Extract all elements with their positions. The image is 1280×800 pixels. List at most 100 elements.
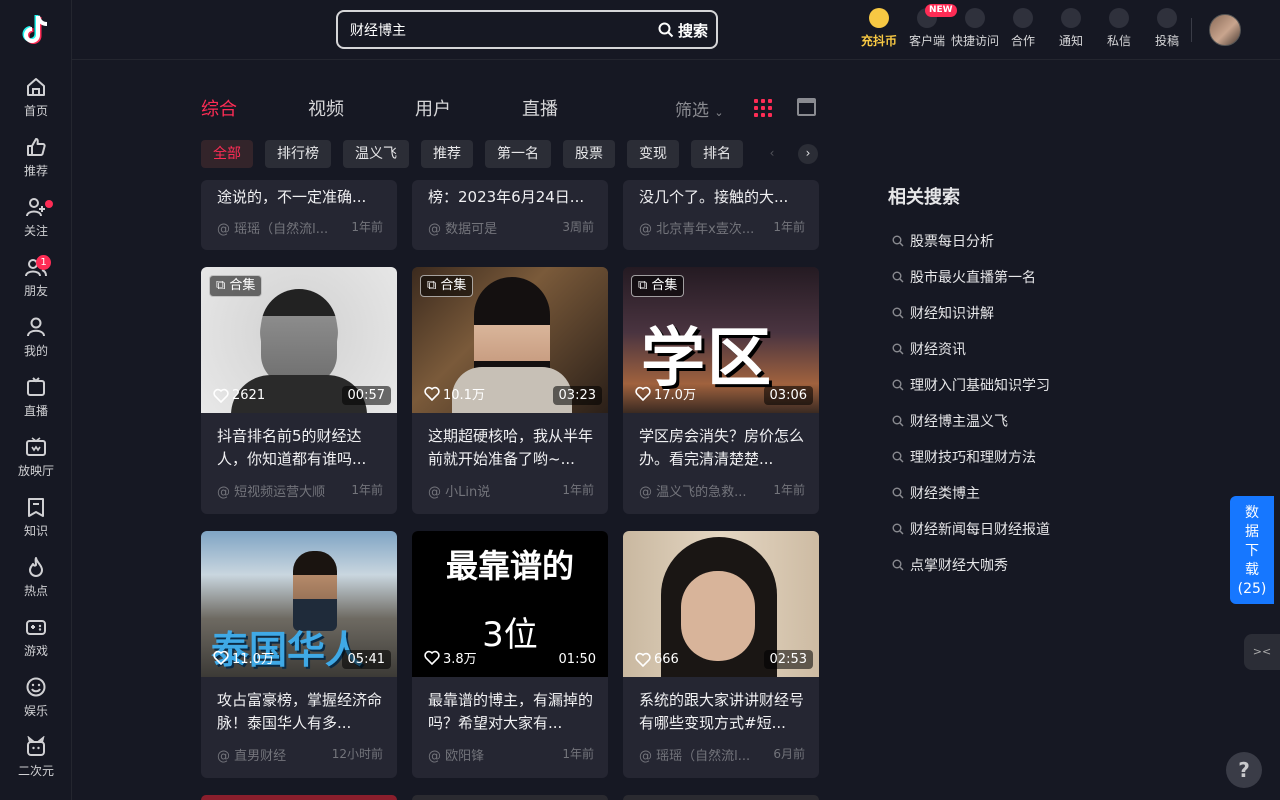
tab-live[interactable]: 直播 <box>522 95 558 121</box>
video-card[interactable]: 途说的，不一定准确... @ 瑶瑶（自然流l... 1年前 <box>201 180 397 250</box>
sidebar-item-friends[interactable]: 1 朋友 <box>0 255 72 312</box>
notification-button[interactable]: 通知 <box>1047 8 1095 49</box>
related-search-item[interactable]: 财经类博主 <box>892 483 980 503</box>
chip-recommend[interactable]: 推荐 <box>421 140 473 168</box>
collapse-panel-icon[interactable]: >< <box>1244 634 1280 670</box>
related-search-label: 财经博主温义飞 <box>910 414 1008 430</box>
sidebar-item-label: 直播 <box>23 404 48 418</box>
sidebar-item-entertainment[interactable]: 娱乐 <box>0 676 72 732</box>
video-author[interactable]: @ 瑶瑶（自然流l... <box>217 222 328 237</box>
help-button[interactable]: ? <box>1226 752 1262 788</box>
chevron-right-icon[interactable]: › <box>798 144 818 164</box>
related-search-item[interactable]: 财经新闻每日财经报道 <box>892 519 1050 539</box>
video-title: 系统的跟大家讲讲财经号有哪些变现方式#短... <box>639 691 805 732</box>
heart-icon <box>424 650 440 665</box>
chip-stocks[interactable]: 股票 <box>563 140 615 168</box>
client-button[interactable]: NEW 客户端 <box>903 4 957 49</box>
sidebar-item-label: 放映厅 <box>17 464 54 478</box>
user-icon <box>27 317 45 337</box>
filter-dropdown[interactable]: 筛选 ⌄ <box>675 96 724 121</box>
sidebar-item-live[interactable]: 直播 <box>0 376 72 432</box>
chip-first-place[interactable]: 第一名 <box>485 140 551 168</box>
chip-wen-yifei[interactable]: 温义飞 <box>343 140 409 168</box>
coin-button[interactable]: 充抖币 <box>855 8 903 49</box>
video-author[interactable]: @ 数据可是 <box>428 222 497 237</box>
related-search-item[interactable]: 财经资讯 <box>892 339 966 359</box>
related-search-item[interactable]: 理财入门基础知识学习 <box>892 375 1050 395</box>
video-author[interactable]: @ 欧阳锋 <box>428 749 484 764</box>
video-title: 攻占富豪榜，掌握经济命脉！泰国华人有多... <box>217 691 383 732</box>
related-search-item[interactable]: 点掌财经大咖秀 <box>892 555 1008 575</box>
cooperation-button[interactable]: 合作 <box>999 8 1047 49</box>
video-card[interactable]: 学区 ⧉ 合集 17.0万 03:06 学区房会消失？房价怎么办。看完清清楚楚.… <box>623 267 819 514</box>
video-thumbnail[interactable]: 学区 ⧉ 合集 17.0万 03:06 <box>623 267 819 413</box>
video-author[interactable]: @ 直男财经 <box>217 749 286 764</box>
avatar[interactable] <box>1209 14 1241 46</box>
sidebar-item-anime[interactable]: 二次元 <box>0 736 72 792</box>
video-author[interactable]: @ 北京青年x壹次... <box>639 222 754 237</box>
video-author[interactable]: @ 温义飞的急救... <box>639 485 747 500</box>
sidebar-item-follow[interactable]: 关注 <box>0 196 72 252</box>
video-meta: @ 直男财经 12小时前 <box>217 745 383 764</box>
sidebar-item-knowledge[interactable]: 知识 <box>0 496 72 552</box>
video-thumbnail[interactable]: 最靠谱的 3位 3.8万 01:50 <box>412 531 608 677</box>
sidebar-item-hot[interactable]: 热点 <box>0 556 72 612</box>
chip-rank[interactable]: 排名 <box>691 140 743 168</box>
video-thumbnail[interactable]: ⧉ 合集 10.1万 03:23 <box>412 267 608 413</box>
video-author[interactable]: @ 瑶瑶（自然流l... <box>639 749 750 764</box>
video-card[interactable]: ⧉ 合集 2621 00:57 抖音排名前5的财经达人，你知道都有谁吗... @… <box>201 267 397 514</box>
video-author[interactable]: @ 小Lin说 <box>428 485 490 500</box>
collection-tag: ⧉ 合集 <box>631 275 685 297</box>
tab-user[interactable]: 用户 <box>415 95 451 121</box>
chevron-left-icon[interactable]: ‹ <box>762 144 782 164</box>
douyin-logo-icon[interactable] <box>18 12 54 48</box>
sidebar-item-label: 二次元 <box>17 764 54 778</box>
tab-video[interactable]: 视频 <box>308 95 344 121</box>
video-time: 1年前 <box>773 220 805 234</box>
related-search-item[interactable]: 理财技巧和理财方法 <box>892 447 1036 467</box>
chip-monetize[interactable]: 变现 <box>627 140 679 168</box>
lightning-icon <box>965 8 985 28</box>
data-download-button[interactable]: 数据下载 (25) <box>1230 496 1274 604</box>
search-icon <box>892 559 904 571</box>
search-input[interactable] <box>350 20 640 40</box>
chip-all[interactable]: 全部 <box>201 140 253 168</box>
video-author[interactable]: @ 短视频运营大顺 <box>217 485 325 500</box>
list-view-icon[interactable] <box>797 98 816 116</box>
video-thumbnail[interactable]: ⧉ 合集 2621 00:57 <box>201 267 397 413</box>
video-card-partial[interactable] <box>201 795 397 800</box>
video-card[interactable]: 泰国华人 11.0万 05:41 攻占富豪榜，掌握经济命脉！泰国华人有多... … <box>201 531 397 778</box>
sidebar: 首页 推荐 关注 1 朋友 我的 直播 放映厅 知识 热点 游戏 娱乐 二次元 <box>0 0 72 800</box>
search-icon <box>892 487 904 499</box>
video-thumbnail[interactable]: 666 02:53 <box>623 531 819 677</box>
message-button[interactable]: 私信 <box>1095 8 1143 49</box>
video-duration: 00:57 <box>341 386 391 405</box>
video-card[interactable]: ⧉ 合集 10.1万 03:23 这期超硬核哈，我从半年前就开始准备了哟~...… <box>412 267 608 514</box>
sidebar-item-home[interactable]: 首页 <box>0 76 72 132</box>
sidebar-item-theater[interactable]: 放映厅 <box>0 436 72 492</box>
video-title: 抖音排名前5的财经达人，你知道都有谁吗... <box>217 427 367 468</box>
related-search-item[interactable]: 财经博主温义飞 <box>892 411 1008 431</box>
video-card[interactable]: 666 02:53 系统的跟大家讲讲财经号有哪些变现方式#短... @ 瑶瑶（自… <box>623 531 819 778</box>
smile-icon <box>26 677 46 697</box>
upload-button[interactable]: 投稿 <box>1143 8 1191 49</box>
video-title: 榜：2023年6月24日... <box>428 188 585 206</box>
sidebar-item-recommend[interactable]: 推荐 <box>0 136 72 192</box>
related-search-item[interactable]: 财经知识讲解 <box>892 303 994 323</box>
video-card-partial[interactable] <box>623 795 819 800</box>
video-card[interactable]: 没几个了。接触的大... @ 北京青年x壹次... 1年前 <box>623 180 819 250</box>
tab-comprehensive[interactable]: 综合 <box>201 95 237 121</box>
sidebar-item-mine[interactable]: 我的 <box>0 316 72 372</box>
quick-access-button[interactable]: 快捷访问 <box>951 8 999 49</box>
related-search-item[interactable]: 股市最火直播第一名 <box>892 267 1036 287</box>
sidebar-item-games[interactable]: 游戏 <box>0 616 72 672</box>
search-button[interactable]: 搜索 <box>658 18 708 42</box>
video-card[interactable]: 榜：2023年6月24日... @ 数据可是 3周前 <box>412 180 608 250</box>
grid-view-icon[interactable] <box>754 99 772 117</box>
bell-icon <box>1061 8 1081 28</box>
related-search-item[interactable]: 股票每日分析 <box>892 231 994 251</box>
chip-ranking[interactable]: 排行榜 <box>265 140 331 168</box>
video-thumbnail[interactable]: 泰国华人 11.0万 05:41 <box>201 531 397 677</box>
video-card[interactable]: 最靠谱的 3位 3.8万 01:50 最靠谱的博主，有漏掉的吗？希望对大家有..… <box>412 531 608 778</box>
video-card-partial[interactable] <box>412 795 608 800</box>
